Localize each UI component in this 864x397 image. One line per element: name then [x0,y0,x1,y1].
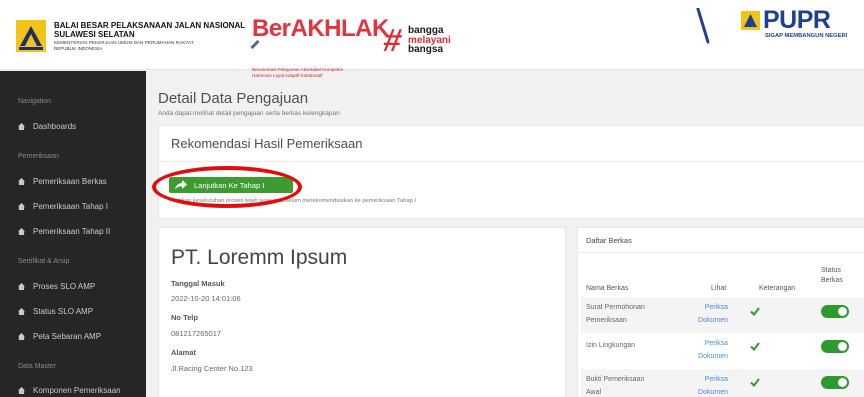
sidebar-item-label: Proses SLO AMP [33,282,96,291]
page-title: Detail Data Pengajuan [158,90,309,107]
org-line3: KEMENTERIAN PEKERJAAN UMUM DAN PERUMAHAN… [54,40,194,45]
sidebar-item-label: Dashboards [33,122,77,131]
home-icon [18,333,25,340]
col-status-line2: Berkas [821,277,843,284]
company-name: PT. Loremm Ipsum [171,246,348,269]
org-line4: REPUBLIK INDONESIA [54,45,103,51]
pupr-title: PUPR [763,6,831,34]
sidebar-section-data-master: Data Master [18,363,57,370]
berkas-name-line2: Awal [586,389,602,396]
no-telp-label: No Telp [171,313,198,322]
sidebar-section-pemeriksaan: Pemeriksaan [18,153,59,160]
berakhlak-logo: BerAKHLAK Berorientasi Pelayanan Akuntab… [250,17,389,78]
home-icon [18,308,25,315]
rekomendasi-title: Rekomendasi Hasil Pemeriksaan [171,136,363,151]
org-line2: SULAWESI SELATAN [54,30,135,39]
berkas-name-line1: Bukti Pemeriksaan [586,376,645,383]
sidebar-item-dashboards[interactable]: Dashboards [18,122,76,131]
sidebar-item-pemeriksaan-tahap-2[interactable]: Pemeriksaan Tahap II [18,227,110,236]
tanggal-masuk-value: 2022-10-20 14:01:06 [171,294,241,303]
periksa-dokumen-link[interactable]: Periksa [692,339,728,349]
sidebar-item-status-slo[interactable]: Status SLO AMP [18,307,93,316]
divider [577,252,864,253]
sidebar-item-label: Pemeriksaan Tahap II [33,227,111,236]
home-icon [18,123,25,130]
berakhlak-title: BerAKHLAK [252,15,389,42]
sidebar-item-peta-sebaran[interactable]: Peta Sebaran AMP [18,332,101,341]
berakhlak-accent-icon [250,39,260,50]
sidebar-item-pemeriksaan-tahap-1[interactable]: Pemeriksaan Tahap I [18,202,108,211]
tanggal-masuk-label: Tanggal Masuk [171,279,225,288]
pu-logo-icon [16,20,46,52]
check-icon [750,307,760,316]
org-name: BALAI BESAR PELAKSANAAN JALAN NASIONAL S… [54,22,245,51]
berkas-name-line1: Izin Lingkungan [586,342,636,349]
check-icon [750,378,760,387]
berkas-name-line1: Surat Permohonan [586,304,645,311]
bangga-word3: bangsa [408,44,444,55]
status-toggle[interactable] [821,305,849,318]
periksa-dokumen-link-line2[interactable]: Dokumen [692,388,728,397]
home-icon [18,387,25,394]
sidebar-item-komponen[interactable]: Komponen Pemeriksaan [18,386,121,395]
sidebar-item-proses-slo[interactable]: Proses SLO AMP [18,282,95,291]
col-lihat: Lihat [711,285,727,292]
home-icon [18,203,25,210]
periksa-dokumen-link-line2[interactable]: Dokumen [692,316,728,326]
status-toggle[interactable] [821,340,849,353]
sidebar-item-label: Status SLO AMP [33,307,94,316]
check-icon [750,342,760,351]
sidebar-item-label: Komponen Pemeriksaan [33,386,121,395]
sidebar-item-pemeriksaan-berkas[interactable]: Pemeriksaan Berkas [18,177,107,186]
page-subtitle: Anda dapat melihat detail pengajuan sert… [158,110,340,117]
slash-decoration-icon [696,8,710,44]
org-line1: BALAI BESAR PELAKSANAAN JALAN NASIONAL [54,21,246,30]
home-icon [18,228,25,235]
alamat-value: Jl.Racing Center No.123 [171,364,253,373]
home-icon [18,283,25,290]
sidebar-item-label: Pemeriksaan Tahap I [33,202,109,211]
sidebar-section-navigation: Navigation [18,98,52,105]
no-telp-value: 081217265017 [171,329,222,338]
periksa-dokumen-link[interactable]: Periksa [692,375,728,385]
alamat-label: Alamat [171,348,197,357]
status-toggle[interactable] [821,376,849,389]
divider [158,161,864,162]
sidebar-item-label: Pemeriksaan Berkas [33,177,107,186]
sidebar-item-label: Peta Sebaran AMP [33,332,102,341]
sidebar-section-sertifikat: Sertifikat & Arsip [18,258,70,265]
home-icon [18,178,25,185]
daftar-berkas-title: Daftar Berkas [586,236,632,245]
highlight-circle [152,166,302,208]
col-nama-berkas: Nama Berkas [586,285,629,292]
col-keterangan: Keterangan [759,285,796,292]
top-header: BALAI BESAR PELAKSANAAN JALAN NASIONAL S… [0,0,864,78]
pupr-subtitle: SIGAP MEMBANGUN NEGERI [765,33,848,39]
periksa-dokumen-link-line2[interactable]: Dokumen [692,352,728,362]
berkas-name-line2: Pemeriksaan [586,317,627,324]
col-status-line1: Status [821,267,841,274]
pupr-mark-icon [741,11,760,30]
berakhlak-tag2: Harmonis Loyal Adaptif Kolaboratif [252,72,323,78]
periksa-dokumen-link[interactable]: Periksa [692,303,728,313]
